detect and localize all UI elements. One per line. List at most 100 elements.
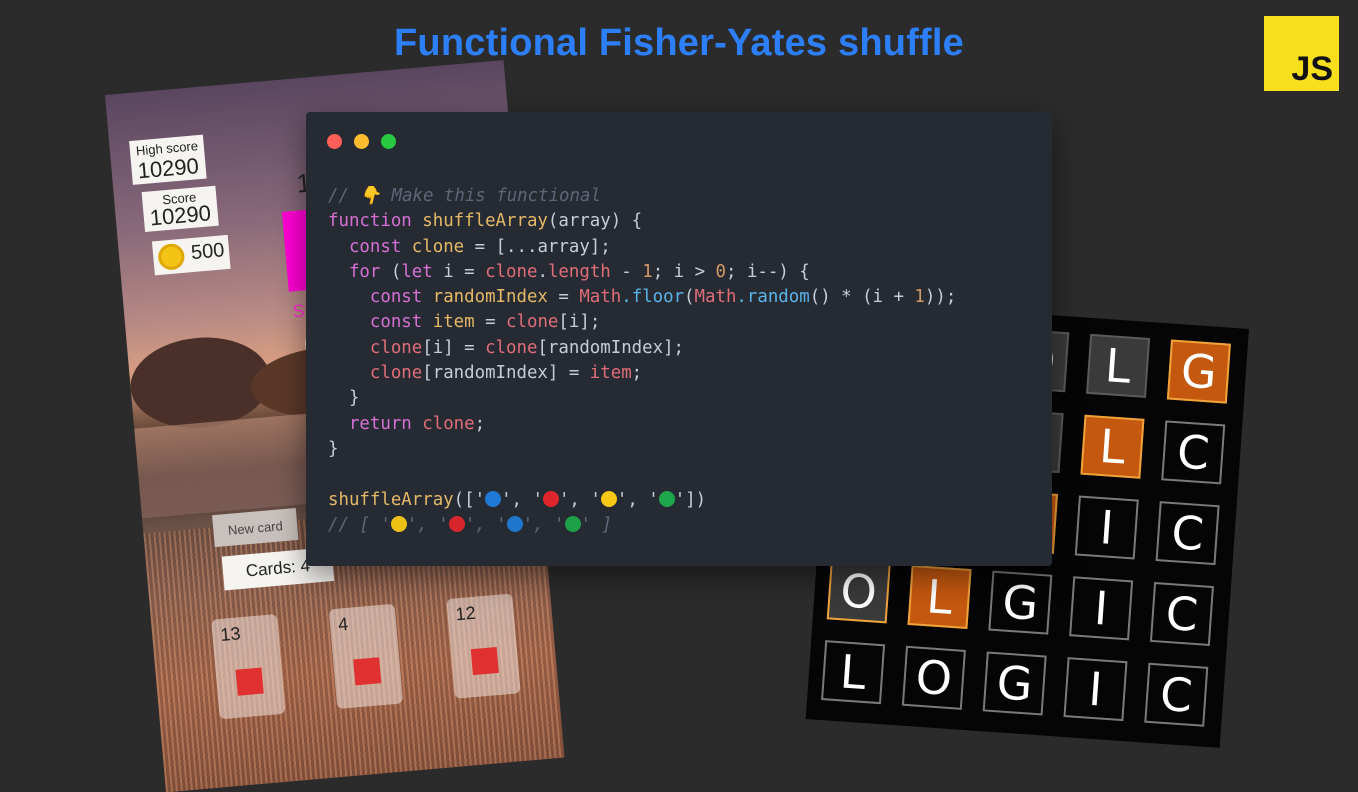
letter-tile[interactable]: L: [821, 640, 886, 705]
code-text: }: [328, 438, 339, 459]
card-value: 4: [337, 613, 349, 635]
variable: clone: [485, 337, 538, 358]
code-text: ;: [474, 413, 486, 434]
variable: item: [432, 312, 475, 333]
code-comment: // 👇 Make this functional: [328, 186, 601, 206]
letter-tile[interactable]: O: [901, 645, 966, 710]
number: 0: [715, 261, 726, 282]
letter-tile[interactable]: C: [1149, 581, 1214, 646]
code-text: (: [380, 261, 402, 282]
keyword: const: [369, 312, 423, 333]
high-score-value: 10290: [136, 153, 200, 184]
keyword: let: [401, 261, 433, 282]
code-text: ', ': [616, 489, 659, 510]
keyword: function: [328, 211, 412, 232]
red-circle-icon: [542, 490, 559, 507]
keyword: for: [348, 261, 381, 282]
keyword: return: [348, 413, 412, 434]
heart-suit-icon: [235, 667, 264, 696]
keyword: const: [369, 287, 423, 308]
card-value: 12: [454, 602, 477, 625]
blue-circle-icon: [506, 515, 523, 532]
variable: clone: [422, 413, 475, 434]
code-text: ;: [631, 363, 643, 384]
code-text: -: [610, 261, 643, 282]
score-value: 10290: [148, 200, 212, 231]
js-logo: JS: [1264, 16, 1339, 91]
code-text: ; i >: [652, 261, 716, 282]
variable: clone: [411, 236, 465, 257]
function-name: shuffleArray: [328, 489, 454, 510]
code-comment: ', ': [522, 514, 565, 535]
number: 1: [642, 261, 653, 282]
code-text: =: [547, 287, 580, 308]
variable: clone: [369, 363, 423, 384]
code-text: [randomIndex];: [537, 337, 685, 358]
code-text: =: [474, 312, 507, 333]
letter-tile[interactable]: O: [826, 559, 891, 624]
letter-tile[interactable]: C: [1144, 662, 1209, 727]
code-text: = [...array];: [464, 236, 611, 257]
variable: randomIndex: [432, 287, 548, 308]
js-logo-text: JS: [1291, 50, 1333, 88]
method: .random: [736, 287, 810, 308]
variable: clone: [506, 312, 559, 333]
letter-tile[interactable]: I: [1069, 576, 1134, 641]
code-text: ([': [453, 489, 486, 510]
letter-tile[interactable]: C: [1161, 420, 1226, 485]
yellow-circle-icon: [600, 490, 617, 507]
object: Math: [579, 287, 622, 308]
code-comment: ' ]: [580, 514, 612, 535]
green-circle-icon: [658, 490, 675, 507]
method: .floor: [621, 287, 685, 308]
code-comment: // [ ': [328, 514, 391, 535]
variable: item: [589, 363, 632, 384]
code-block: // 👇 Make this functional function shuff…: [328, 184, 956, 538]
code-text: [randomIndex] =: [422, 363, 590, 384]
green-circle-icon: [564, 515, 581, 532]
code-comment: ', ': [406, 514, 449, 535]
red-circle-icon: [448, 515, 465, 532]
code-text: (: [684, 287, 695, 308]
variable: clone: [485, 261, 538, 282]
close-window-dot[interactable]: [327, 134, 342, 149]
letter-tile[interactable]: L: [1080, 414, 1145, 479]
coins-box: 500: [151, 234, 231, 276]
playing-card[interactable]: 6: [563, 583, 565, 689]
playing-card[interactable]: 4: [328, 603, 404, 710]
letter-tile[interactable]: G: [982, 651, 1047, 716]
code-text: ));: [924, 287, 957, 308]
playing-card[interactable]: 13: [211, 613, 286, 720]
coin-icon: [157, 242, 186, 271]
page-title: Functional Fisher-Yates shuffle: [394, 22, 964, 64]
code-text: }: [348, 388, 360, 409]
letter-tile[interactable]: C: [1155, 501, 1220, 566]
letter-tile[interactable]: I: [1074, 495, 1139, 560]
letter-tile[interactable]: L: [907, 564, 972, 630]
code-text: ']): [674, 489, 707, 510]
heart-suit-icon: [353, 657, 382, 686]
code-text: ; i--) {: [726, 261, 810, 282]
object: Math: [694, 287, 737, 308]
code-text: () * (i +: [809, 287, 915, 308]
letter-tile[interactable]: G: [988, 570, 1053, 635]
score-box: Score 10290: [141, 185, 219, 233]
card-value: 13: [219, 623, 242, 645]
letter-tile[interactable]: I: [1063, 657, 1128, 722]
playing-card[interactable]: 12: [446, 593, 521, 699]
variable: clone: [369, 337, 423, 358]
maximize-window-dot[interactable]: [381, 134, 396, 149]
code-text: ', ': [501, 489, 543, 510]
code-window: // 👇 Make this functional function shuff…: [306, 112, 1052, 566]
code-text: i =: [432, 261, 486, 282]
letter-tile[interactable]: G: [1166, 339, 1231, 404]
high-score-box: High score 10290: [129, 134, 207, 185]
code-text: ', ': [558, 489, 601, 510]
letter-tile[interactable]: L: [1086, 333, 1151, 398]
yellow-circle-icon: [390, 515, 407, 532]
code-comment: ', ': [464, 514, 507, 535]
minimize-window-dot[interactable]: [354, 134, 369, 149]
number: 1: [914, 287, 925, 308]
code-text: [i] =: [422, 337, 486, 358]
property: length: [547, 261, 611, 282]
